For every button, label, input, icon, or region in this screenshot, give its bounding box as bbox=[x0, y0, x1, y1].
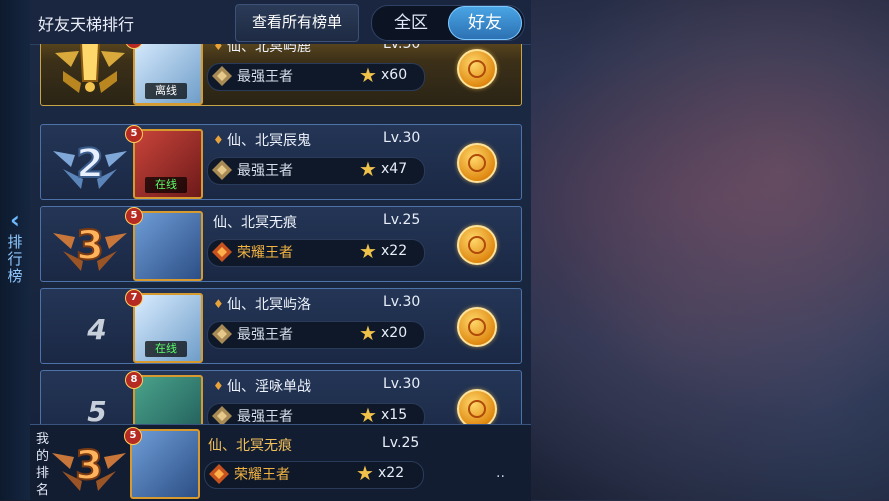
tier-label: 最强王者 bbox=[237, 163, 293, 179]
side-tab-label: 排行榜 bbox=[7, 233, 23, 285]
star-icon: ★ bbox=[359, 239, 377, 263]
player-level: Lv.25 bbox=[383, 212, 421, 228]
tier-label: 最强王者 bbox=[237, 69, 293, 85]
coin-icon bbox=[468, 318, 486, 336]
glory-emblem-icon bbox=[212, 242, 232, 262]
view-all-leaderboards-button[interactable]: 查看所有榜单 bbox=[235, 4, 359, 42]
coin-icon bbox=[468, 60, 486, 78]
star-count: x60 bbox=[381, 67, 408, 83]
send-gold-button[interactable] bbox=[457, 307, 497, 347]
medal-icon: ♦ bbox=[213, 297, 224, 311]
tier-emblem-icon bbox=[212, 406, 232, 424]
rank-3-medal-icon: 3 bbox=[52, 442, 126, 491]
player-level: Lv.30 bbox=[383, 44, 421, 52]
rank-3-medal-icon: 3 bbox=[53, 222, 127, 271]
my-rank-extra: .. bbox=[496, 465, 505, 481]
medal-icon: ♦ bbox=[213, 133, 224, 147]
my-rank-bar: 我的排名 3 5 仙、北冥无痕 Lv.25 荣耀王者 ★ x22 .. bbox=[30, 424, 531, 501]
tier-label: 最强王者 bbox=[237, 409, 293, 424]
ranking-row-2[interactable]: 2 5 在线 ♦ 仙、北冥辰鬼 Lv.30 最强王者 ★ x47 bbox=[40, 124, 522, 200]
tab-friends[interactable]: 好友 bbox=[448, 6, 522, 40]
rank-1-medal-icon bbox=[55, 44, 125, 93]
player-name: 仙、北冥辰鬼 bbox=[227, 133, 311, 149]
chevron-left-icon: ‹ bbox=[10, 206, 20, 234]
star-count: x20 bbox=[381, 325, 408, 341]
svg-text:3: 3 bbox=[76, 223, 104, 269]
tier-label: 最强王者 bbox=[237, 327, 293, 343]
coin-icon bbox=[468, 400, 486, 418]
star-icon: ★ bbox=[359, 403, 377, 424]
star-count: x22 bbox=[381, 243, 408, 259]
rank-cell: 5 bbox=[49, 377, 131, 424]
medal-icon: ♦ bbox=[213, 379, 224, 393]
my-player-level: Lv.25 bbox=[382, 435, 420, 451]
tier-emblem-icon bbox=[212, 160, 232, 180]
star-count: x47 bbox=[381, 161, 408, 177]
level-badge: 7 bbox=[125, 289, 143, 307]
star-icon: ★ bbox=[359, 63, 377, 87]
status-badge-online: 在线 bbox=[145, 177, 187, 193]
rank-cell: 4 bbox=[49, 295, 131, 357]
send-gold-button[interactable] bbox=[457, 389, 497, 424]
tier-emblem-icon bbox=[212, 324, 232, 344]
send-gold-button[interactable] bbox=[457, 225, 497, 265]
status-badge-offline: 离线 bbox=[145, 83, 187, 99]
player-name: 仙、北冥无痕 bbox=[213, 215, 297, 231]
send-gold-button[interactable] bbox=[457, 143, 497, 183]
ranking-row-5[interactable]: 5 8 ♦ 仙、淫咏单战 Lv.30 最强王者 ★ x15 bbox=[40, 370, 522, 424]
coin-icon bbox=[468, 236, 486, 254]
player-name: 仙、北冥屿洛 bbox=[227, 297, 311, 313]
glory-emblem-icon bbox=[209, 464, 229, 484]
player-name: 仙、北冥屿鹿 bbox=[227, 44, 311, 55]
blurred-background bbox=[530, 0, 889, 500]
svg-text:3: 3 bbox=[75, 443, 103, 489]
my-star-count: x22 bbox=[378, 465, 405, 481]
leaderboard-side-tab[interactable]: ‹ 排行榜 bbox=[2, 208, 28, 300]
player-avatar[interactable] bbox=[133, 375, 203, 424]
star-icon: ★ bbox=[359, 321, 377, 345]
medal-icon: ♦ bbox=[213, 44, 224, 53]
send-gold-button[interactable] bbox=[457, 49, 497, 89]
tab-all-server[interactable]: 全区 bbox=[376, 6, 446, 40]
star-icon: ★ bbox=[359, 157, 377, 181]
level-badge: 5 bbox=[124, 427, 142, 445]
player-level: Lv.30 bbox=[383, 376, 421, 392]
tier-label: 荣耀王者 bbox=[237, 245, 293, 261]
side-strip: ‹ 排行榜 bbox=[0, 0, 31, 500]
rank-number: 4 bbox=[87, 313, 107, 346]
star-icon: ★ bbox=[356, 461, 374, 485]
friends-ladder-panel: 好友天梯排行 查看所有榜单 全区 好友 7 离线 ♦ 仙、北冥屿鹿 Lv.30 … bbox=[30, 0, 531, 501]
ranking-list[interactable]: 7 离线 ♦ 仙、北冥屿鹿 Lv.30 最强王者 ★ x60 2 5 在线 ♦ … bbox=[40, 44, 522, 424]
scope-toggle: 全区 好友 bbox=[371, 5, 525, 41]
star-count: x15 bbox=[381, 407, 408, 423]
ranking-row-3[interactable]: 3 5 仙、北冥无痕 Lv.25 荣耀王者 ★ x22 bbox=[40, 206, 522, 282]
level-badge: 5 bbox=[125, 207, 143, 225]
player-avatar[interactable] bbox=[133, 211, 203, 281]
player-level: Lv.30 bbox=[383, 294, 421, 310]
header: 好友天梯排行 查看所有榜单 全区 好友 bbox=[30, 0, 531, 45]
svg-text:2: 2 bbox=[76, 141, 104, 187]
page-title: 好友天梯排行 bbox=[38, 15, 135, 34]
rank-2-medal-icon: 2 bbox=[53, 140, 127, 189]
tier-emblem-icon bbox=[212, 66, 232, 86]
my-tier-label: 荣耀王者 bbox=[234, 467, 290, 483]
rank-number: 5 bbox=[87, 395, 107, 424]
ranking-row-4[interactable]: 4 7 在线 ♦ 仙、北冥屿洛 Lv.30 最强王者 ★ x20 bbox=[40, 288, 522, 364]
coin-icon bbox=[468, 154, 486, 172]
ranking-row-1[interactable]: 7 离线 ♦ 仙、北冥屿鹿 Lv.30 最强王者 ★ x60 bbox=[40, 44, 522, 106]
level-badge: 5 bbox=[125, 125, 143, 143]
player-level: Lv.30 bbox=[383, 130, 421, 146]
my-player-name: 仙、北冥无痕 bbox=[208, 438, 292, 454]
player-name: 仙、淫咏单战 bbox=[227, 379, 311, 395]
level-badge: 8 bbox=[125, 371, 143, 389]
status-badge-online: 在线 bbox=[145, 341, 187, 357]
